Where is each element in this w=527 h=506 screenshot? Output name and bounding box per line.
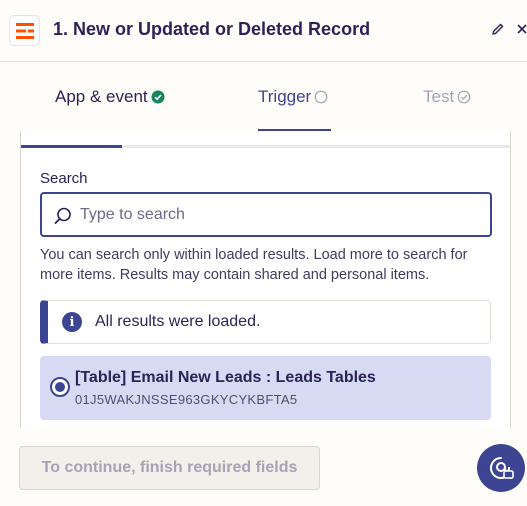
step-header: 1. New or Updated or Deleted Record [0,0,527,62]
search-field[interactable] [40,192,492,237]
close-icon [517,24,527,34]
tab-label: Trigger [258,86,312,106]
tab-label: Test [423,86,455,106]
step-tabs: App & event Trigger Test [0,62,527,131]
footer: To continue, finish required fields [0,428,527,506]
tab-label: App & event [55,86,148,106]
radio-selected-dot [55,382,65,392]
results-loaded-alert: i All results were loaded. [40,300,491,344]
result-title: [Table] Email New Leads : Leads Tables [75,369,376,386]
step-title: 1. New or Updated or Deleted Record [53,19,371,39]
search-help-text: You can search only within loaded result… [40,247,468,283]
record-selection-panel: Search You can search only within loaded… [20,131,511,431]
search-input[interactable] [80,194,480,235]
tab-trigger[interactable]: Trigger [258,62,328,131]
pencil-icon [492,23,504,35]
search-icon [53,206,73,231]
tab-test[interactable]: Test [423,62,471,131]
close-button[interactable] [514,20,527,38]
result-option-selected[interactable]: [Table] Email New Leads : Leads Tables 0… [40,356,491,420]
edit-title-button[interactable] [489,20,507,38]
result-id: 01J5WAKJNSSE963GKYCYKBFTA5 [75,392,298,407]
search-label: Search [40,170,88,187]
tab-app-event[interactable]: App & event [55,62,165,131]
continue-button[interactable]: To continue, finish required fields [19,446,320,490]
panel-progress-indicator [21,145,122,148]
empty-circle-icon [314,90,328,104]
check-circle-outline-icon [457,90,471,104]
support-chat-button[interactable] [477,444,525,492]
check-circle-icon [151,90,165,104]
radio-button[interactable] [50,377,70,397]
info-icon: i [62,312,82,332]
alert-text: All results were loaded. [95,313,261,330]
chat-support-icon [490,457,514,479]
app-logo-icon [9,15,40,46]
